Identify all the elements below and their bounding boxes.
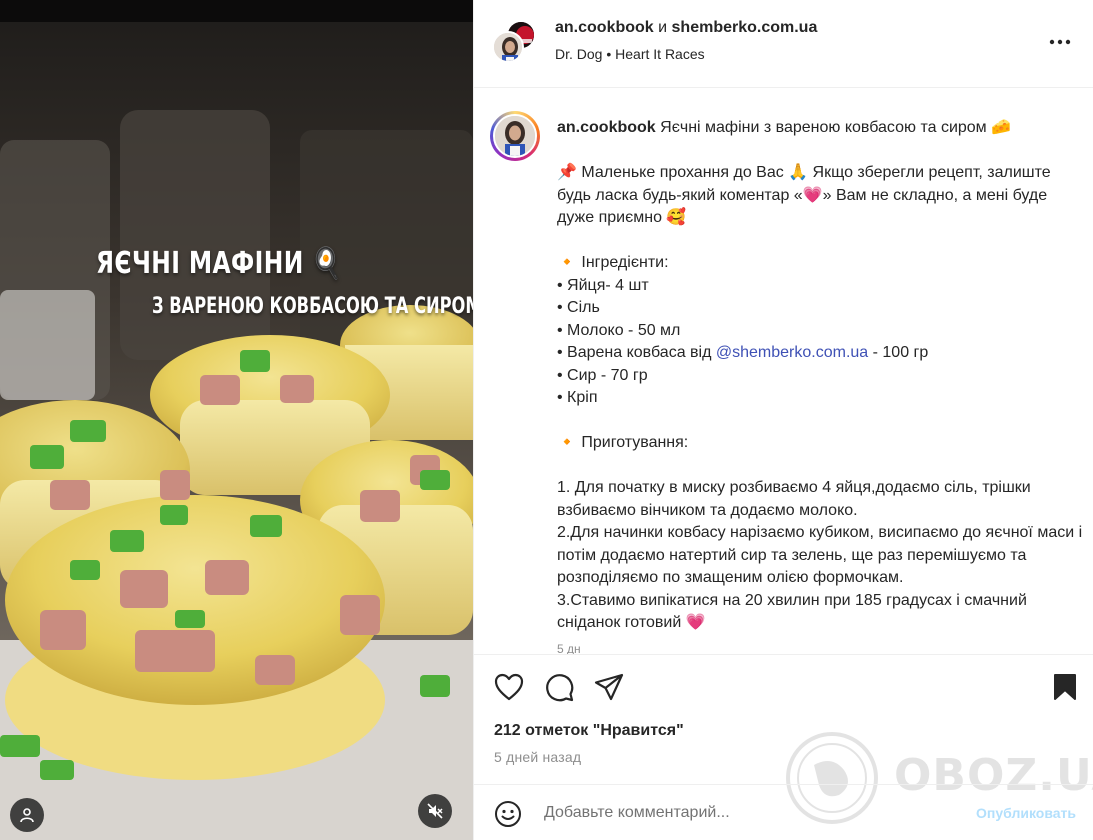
bookmark-icon: [1054, 674, 1076, 700]
ingredient-item-sausage: • Варена ковбаса від @shemberko.com.ua -…: [557, 342, 1087, 365]
audio-separator: •: [602, 46, 616, 62]
ingredient-item: • Сир - 70 гр: [557, 366, 648, 384]
step-item: 3.Ставимо випікатися на 20 хвилин при 18…: [557, 591, 1027, 632]
ingredient-item: • Кріп: [557, 389, 598, 406]
audio-track: Heart It Races: [615, 46, 705, 62]
post-sidebar: an.cookbook и shemberko.com.ua Dr. Dog •…: [473, 0, 1093, 840]
comment-input[interactable]: [544, 799, 944, 827]
ingredient-item: • Яйця- 4 шт: [557, 276, 649, 294]
post-date[interactable]: 5 дней назад: [494, 749, 581, 765]
comment-button[interactable]: [543, 671, 575, 703]
comment-icon: [546, 674, 574, 702]
sausage-prefix: • Варена ковбаса від: [557, 344, 716, 361]
avatar-author[interactable]: [492, 31, 524, 63]
muffins-photo: [0, 0, 473, 840]
profile-photo-icon: [495, 116, 535, 156]
media-title-text: ЯЄЧНІ МАФІНИ: [96, 246, 304, 281]
header-collaborator[interactable]: shemberko.com.ua: [672, 19, 818, 36]
ingredient-item: • Молоко - 50 мл: [557, 321, 681, 339]
user-tag-icon: [20, 808, 34, 823]
more-options-button[interactable]: [1048, 30, 1072, 54]
caption-avatar[interactable]: [490, 111, 540, 161]
caption-username[interactable]: an.cookbook: [557, 119, 656, 136]
audio-attribution[interactable]: Dr. Dog • Heart It Races: [555, 46, 705, 62]
audio-artist: Dr. Dog: [555, 46, 603, 62]
emoji-button[interactable]: [494, 800, 522, 828]
steps-header: 🔸 Приготування:: [557, 434, 689, 451]
caption-title-line: an.cookbook Яєчні мафіни з вареною ковба…: [557, 117, 1087, 140]
step-item: 1. Для початку в миску розбиваємо 4 яйця…: [557, 479, 1031, 519]
caption-title: Яєчні мафіни з вареною ковбасою та сиром…: [655, 119, 1012, 136]
frying-pan-icon: 🍳: [312, 246, 342, 281]
publish-button[interactable]: Опубликовать: [976, 805, 1076, 821]
send-icon: [594, 673, 624, 701]
sausage-suffix: - 100 гр: [868, 344, 929, 361]
user-tag-button[interactable]: [10, 798, 44, 832]
header-username[interactable]: an.cookbook: [555, 19, 654, 36]
collab-avatars[interactable]: [492, 20, 538, 66]
profile-photo-icon: [494, 33, 522, 61]
smiley-icon: [495, 801, 521, 827]
header-and: и: [653, 19, 672, 36]
caption-area: an.cookbook Яєчні мафіни з вареною ковба…: [474, 89, 1093, 654]
step-item: 2.Для начинки ковбасу нарізаємо кубиком,…: [557, 524, 1083, 586]
post-header: an.cookbook и shemberko.com.ua Dr. Dog •…: [474, 0, 1093, 88]
more-dots-icon: [1049, 39, 1071, 45]
like-button[interactable]: [493, 671, 525, 703]
media-subtitle-overlay: З ВАРЕНОЮ КОВБАСОЮ ТА СИРОМ 🧀: [152, 294, 473, 319]
speaker-muted-icon: [427, 803, 443, 819]
share-button[interactable]: [593, 671, 625, 703]
save-button[interactable]: [1049, 671, 1081, 703]
ingredient-item: • Сіль: [557, 299, 600, 316]
post-media[interactable]: ЯЄЧНІ МАФІНИ 🍳 З ВАРЕНОЮ КОВБАСОЮ ТА СИР…: [0, 0, 473, 840]
media-title-overlay: ЯЄЧНІ МАФІНИ 🍳: [96, 246, 342, 281]
mention-link[interactable]: @shemberko.com.ua: [716, 344, 868, 361]
header-title: an.cookbook и shemberko.com.ua: [555, 19, 817, 37]
action-bar: [474, 654, 1093, 718]
caption-text: an.cookbook Яєчні мафіни з вареною ковба…: [557, 117, 1087, 654]
ingredients-header: 🔸 Інгредієнти:: [557, 254, 669, 271]
caption-request: 📌 Маленьке прохання до Вас 🙏 Якщо зберег…: [557, 164, 1051, 226]
media-subtitle-text: З ВАРЕНОЮ КОВБАСОЮ ТА СИРОМ: [152, 294, 473, 319]
heart-icon: [494, 673, 524, 701]
likes-count[interactable]: 212 отметок "Нравится": [494, 722, 684, 740]
caption-avatar-photo: [493, 114, 537, 158]
caption-time: 5 дн: [557, 641, 581, 655]
mute-button[interactable]: [418, 794, 452, 828]
comment-bar: Опубликовать: [474, 784, 1093, 840]
